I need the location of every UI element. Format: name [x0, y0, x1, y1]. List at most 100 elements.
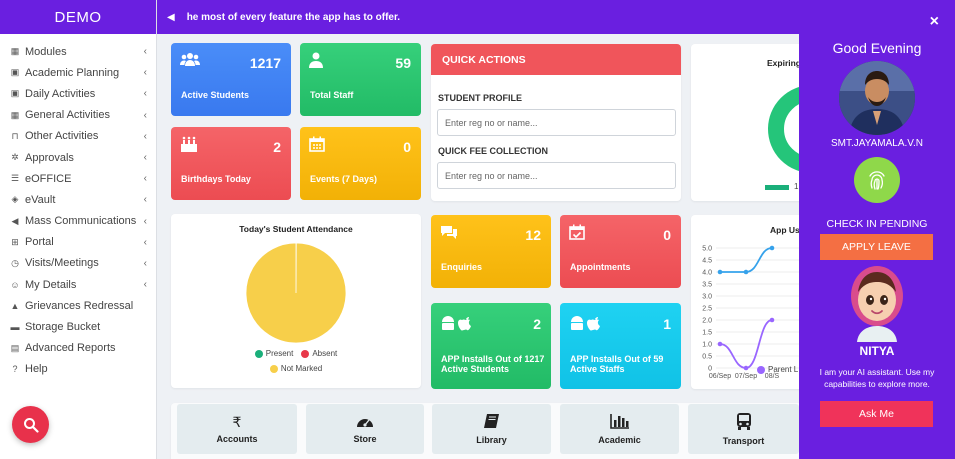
app-installs-students-count: 2 — [533, 316, 541, 332]
apply-leave-button[interactable]: APPLY LEAVE — [820, 234, 933, 260]
chevron-left-icon: ‹ — [143, 194, 147, 206]
sidebar-item-general-activities[interactable]: ▦ General Activities ‹ — [0, 105, 156, 126]
brand-logo[interactable]: DEMO — [0, 0, 156, 34]
bar-chart-icon — [609, 413, 630, 432]
legend-not-marked[interactable]: Not Marked — [269, 364, 323, 373]
greeting-text: Good Evening — [832, 40, 922, 56]
report-icon: ▤ — [10, 342, 20, 353]
chevron-left-icon: ‹ — [143, 109, 147, 121]
student-profile-label: STUDENT PROFILE — [438, 93, 523, 103]
series-point-1-2[interactable] — [769, 317, 775, 323]
sidebar-item-label: Mass Communications — [25, 215, 137, 228]
quick-fee-label: QUICK FEE COLLECTION — [438, 146, 548, 156]
search-button[interactable] — [12, 406, 49, 443]
quick-fee-input[interactable]: Enter reg no or name... — [437, 162, 676, 189]
store-tile[interactable]: Store — [306, 404, 424, 454]
enquiries-card[interactable]: 12 Enquiries — [431, 215, 551, 288]
megaphone-icon: ◀ — [11, 215, 19, 226]
sidebar-item-my-details[interactable]: ☺ My Details ‹ — [0, 274, 156, 295]
folder-icon: ▬ — [10, 322, 20, 333]
accounts-tile[interactable]: ₹ Accounts — [177, 404, 297, 454]
series-point-0-1[interactable] — [743, 269, 749, 275]
pie-slice-not-marked[interactable] — [245, 242, 347, 344]
student-profile-input[interactable]: Enter reg no or name... — [437, 109, 676, 136]
academic-tile-label: Academic — [598, 435, 641, 445]
total-staff-card[interactable]: 59 Total Staff — [300, 43, 421, 116]
sidebar-item-academic-planning[interactable]: ▣ Academic Planning ‹ — [0, 62, 156, 83]
legend-present-label: Present — [265, 349, 294, 358]
enquiries-count: 12 — [525, 227, 541, 243]
app-usage-line-chart: 0 0.5 1.0 1.5 2.0 2.5 3.0 3.5 4.0 4.5 5.0 06/Sep 07/… — [702, 245, 799, 380]
y-tick-label: 0 — [708, 366, 712, 373]
chevron-left-icon: ‹ — [143, 130, 147, 142]
calendar-icon — [309, 136, 325, 157]
legend-parent-label: Parent L — [768, 365, 799, 374]
sidebar-item-eoffice[interactable]: ☰ eOFFICE ‹ — [0, 168, 156, 189]
check-in-button[interactable] — [854, 157, 900, 203]
app-installs-staffs-card[interactable]: 1 APP Installs Out of 59 Active Staffs — [560, 303, 681, 389]
series-point-0-0[interactable] — [717, 269, 723, 275]
sidebar-item-label: Grievances Redressal — [25, 299, 134, 312]
birthdays-card[interactable]: 2 Birthdays Today — [171, 127, 291, 200]
chevron-left-icon[interactable]: ◀ — [167, 12, 175, 23]
library-tile[interactable]: Library — [432, 404, 551, 454]
y-tick-label: 5.0 — [702, 246, 712, 253]
legend-absent[interactable]: Absent — [301, 349, 337, 358]
series-point-1-0[interactable] — [717, 341, 723, 347]
user-name: SMT.JAYAMALA.V.N — [830, 138, 924, 149]
shield-icon: ◈ — [11, 194, 19, 205]
greeting-panel: × Good Evening SMT.JAYAMALA.V.N CHECK IN… — [799, 0, 955, 459]
y-tick-label: 3.0 — [702, 294, 712, 301]
close-icon[interactable]: × — [930, 13, 939, 31]
active-students-card[interactable]: 1217 Active Students — [171, 43, 291, 116]
expiring-panel: Expiring 1 — [691, 44, 799, 201]
sidebar-item-evault[interactable]: ◈ eVault ‹ — [0, 189, 156, 210]
attendance-title: Today's Student Attendance — [239, 224, 353, 234]
y-tick-label: 4.5 — [702, 258, 712, 265]
top-bar: ◀ he most of every feature the app has t… — [157, 0, 799, 34]
sidebar-item-label: Help — [25, 363, 48, 376]
sidebar-item-label: Portal — [25, 236, 54, 249]
sidebar-item-storage-bucket[interactable]: ▬ Storage Bucket — [0, 316, 156, 337]
sidebar-item-advanced-reports[interactable]: ▤ Advanced Reports — [0, 338, 156, 359]
sidebar-item-label: My Details — [25, 278, 77, 291]
app-installs-students-card[interactable]: 2 APP Installs Out of 1217 Active Studen… — [431, 303, 551, 389]
y-tick-label: 3.5 — [702, 282, 712, 289]
chevron-left-icon: ‹ — [143, 67, 147, 79]
app-installs-staffs-count: 1 — [663, 316, 671, 332]
sidebar-item-label: Modules — [25, 45, 67, 58]
legend-present[interactable]: Present — [254, 349, 294, 358]
appointments-card[interactable]: 0 Appointments — [560, 215, 681, 288]
legend-parent[interactable]: Parent L — [757, 365, 798, 374]
chevron-left-icon: ‹ — [143, 215, 147, 227]
sidebar-item-daily-activities[interactable]: ▣ Daily Activities ‹ — [0, 83, 156, 104]
series-point-1-1[interactable] — [743, 365, 749, 371]
sidebar-item-other-activities[interactable]: ⊓ Other Activities ‹ — [0, 126, 156, 147]
fire-icon: ▲ — [10, 300, 20, 311]
expiring-legend-text: 1 — [794, 182, 799, 191]
calendar-icon: ▣ — [10, 67, 20, 78]
sidebar-item-modules[interactable]: ▦ Modules ‹ — [0, 41, 156, 62]
sidebar-item-label: Visits/Meetings — [25, 257, 99, 270]
sidebar-item-visits-meetings[interactable]: ◷ Visits/Meetings ‹ — [0, 253, 156, 274]
check-in-status: CHECK IN PENDING — [826, 218, 928, 230]
user-icon: ☺ — [10, 279, 20, 290]
active-students-count: 1217 — [249, 55, 281, 71]
sidebar-item-mass-communications[interactable]: ◀ Mass Communications ‹ — [0, 211, 156, 232]
active-students-label: Active Students — [181, 90, 250, 100]
bookmark-icon: ⊓ — [11, 130, 19, 141]
sidebar-item-help[interactable]: ? Help — [0, 359, 156, 380]
sidebar: DEMO ▦ Modules ‹ ▣ Academic Planning ‹ ▣ Daily … — [0, 0, 157, 459]
sidebar-item-portal[interactable]: ⊞ Portal ‹ — [0, 232, 156, 253]
series-point-0-2[interactable] — [769, 245, 775, 251]
bus-icon — [736, 412, 752, 433]
sidebar-item-approvals[interactable]: ✲ Approvals ‹ — [0, 147, 156, 168]
comments-icon — [440, 224, 458, 245]
events-card[interactable]: 0 Events (7 Days) — [300, 127, 421, 200]
ask-me-button[interactable]: Ask Me — [820, 401, 933, 427]
transport-tile[interactable]: Transport — [688, 404, 799, 454]
accounts-tile-label: Accounts — [216, 434, 258, 444]
sidebar-item-grievances-redressal[interactable]: ▲ Grievances Redressal — [0, 295, 156, 316]
legend-not-marked-label: Not Marked — [280, 364, 323, 373]
academic-tile[interactable]: Academic — [560, 404, 679, 454]
